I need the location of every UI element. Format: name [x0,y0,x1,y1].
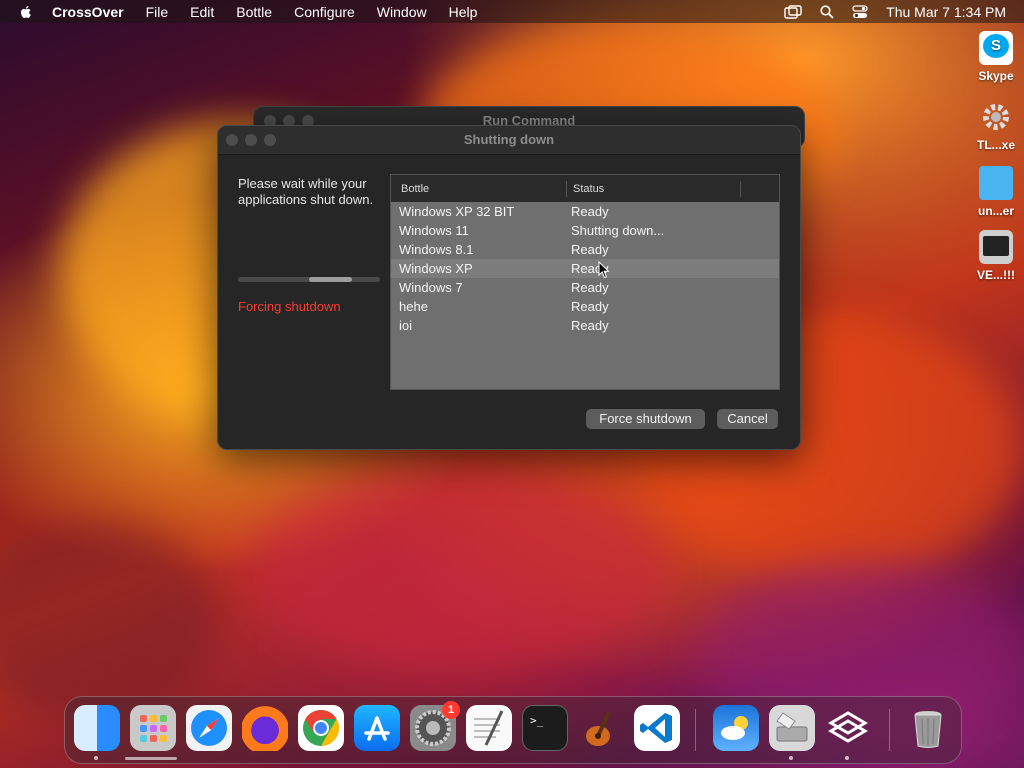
folder-icon [979,166,1013,200]
shutting-down-dialog: Shutting down Please wait while your app… [217,125,801,450]
trash-icon[interactable] [905,705,951,751]
dock-separator [889,709,890,751]
apple-icon[interactable] [18,4,34,20]
desktop-icon-un-er[interactable]: un...er [966,166,1024,218]
table-row[interactable]: Windows 7 Ready [391,278,779,297]
svg-text:>_: >_ [530,714,544,727]
cell-bottle: Windows 11 [399,223,469,238]
column-header-status[interactable]: Status [567,180,741,197]
menu-app-name[interactable]: CrossOver [52,4,124,20]
desktop-icon-label: Skype [978,69,1014,83]
cell-status: Ready [571,242,609,257]
wait-message: Please wait while your applications shut… [238,176,374,207]
menu-bottle[interactable]: Bottle [236,4,272,20]
desktop-icon-tl-exe[interactable]: TL...xe [966,100,1024,152]
crossover-app-icon[interactable] [825,705,871,751]
firefox-icon[interactable] [242,705,288,751]
mouse-pointer-icon [598,261,610,279]
dock-resize-handle[interactable] [125,757,177,760]
skype-icon: S [979,31,1013,65]
search-icon[interactable] [820,4,834,19]
dialog-title: Shutting down [463,132,555,147]
cell-bottle: Windows 7 [399,280,463,295]
dock: 1 >_ [64,696,962,764]
screen-mirroring-icon[interactable] [784,4,802,19]
table-header: Bottle Status [391,175,779,202]
menu-bar: CrossOver File Edit Bottle Configure Win… [0,0,1024,23]
cell-status: Ready [571,299,609,314]
desktop-icon-label: un...er [977,204,1014,218]
force-shutdown-button[interactable]: Force shutdown [586,409,705,429]
running-indicator [94,756,98,760]
cancel-button[interactable]: Cancel [717,409,778,429]
menu-window[interactable]: Window [377,4,427,20]
desktop-icon-label: VE...!!! [977,268,1015,282]
desktop-icon-label: TL...xe [976,138,1015,152]
launchpad-icon[interactable] [130,705,176,751]
cell-bottle: Windows XP [399,261,473,276]
menu-help[interactable]: Help [449,4,478,20]
shutdown-progress-bar [238,277,380,282]
table-body: Windows XP 32 BIT Ready Windows 11 Shutt… [391,202,779,335]
bottle-status-table[interactable]: Bottle Status Windows XP 32 BIT Ready Wi… [390,174,780,390]
menu-clock[interactable]: Thu Mar 7 1:34 PM [886,4,1006,20]
cell-bottle: hehe [399,299,428,314]
chrome-icon[interactable] [298,705,344,751]
notification-badge: 1 [442,701,460,719]
finder-icon[interactable] [74,705,120,751]
desktop-icon-skype[interactable]: S Skype [966,31,1024,83]
forcing-shutdown-label: Forcing shutdown [238,299,341,314]
progress-fill [309,277,352,282]
garageband-icon[interactable] [578,705,624,751]
table-row[interactable]: Windows XP 32 BIT Ready [391,202,779,221]
menu-file[interactable]: File [146,4,169,20]
safari-icon[interactable] [186,705,232,751]
terminal-icon[interactable]: >_ [522,705,568,751]
disk-image-icon [979,230,1013,264]
table-row[interactable]: Windows 11 Shutting down... [391,221,779,240]
weather-icon[interactable] [713,705,759,751]
cell-status: Ready [571,280,609,295]
table-row[interactable]: Windows 8.1 Ready [391,240,779,259]
running-indicator [789,756,793,760]
cell-status: Shutting down... [571,223,665,238]
desktop-icon-ve[interactable]: VE...!!! [966,230,1024,282]
app-store-icon[interactable] [354,705,400,751]
running-indicator [845,756,849,760]
control-center-icon[interactable] [852,4,868,19]
cell-status: Ready [571,204,609,219]
cell-status: Ready [571,318,609,333]
table-row[interactable]: hehe Ready [391,297,779,316]
cell-bottle: Windows 8.1 [399,242,474,257]
table-row-hovered[interactable]: Windows XP Ready [391,259,779,278]
table-row[interactable]: ioi Ready [391,316,779,335]
system-settings-icon[interactable]: 1 [410,701,460,751]
cell-bottle: Windows XP 32 BIT [399,204,515,219]
dock-separator [695,709,696,751]
menu-edit[interactable]: Edit [190,4,214,20]
cell-bottle: ioi [399,318,413,333]
column-header-bottle[interactable]: Bottle [391,180,567,197]
dialog-titlebar: Shutting down [218,126,800,155]
crossover-disk-icon[interactable] [769,705,815,751]
gear-icon [979,100,1013,134]
textedit-icon[interactable] [466,705,512,751]
vscode-icon[interactable] [634,705,680,751]
menu-configure[interactable]: Configure [294,4,355,20]
